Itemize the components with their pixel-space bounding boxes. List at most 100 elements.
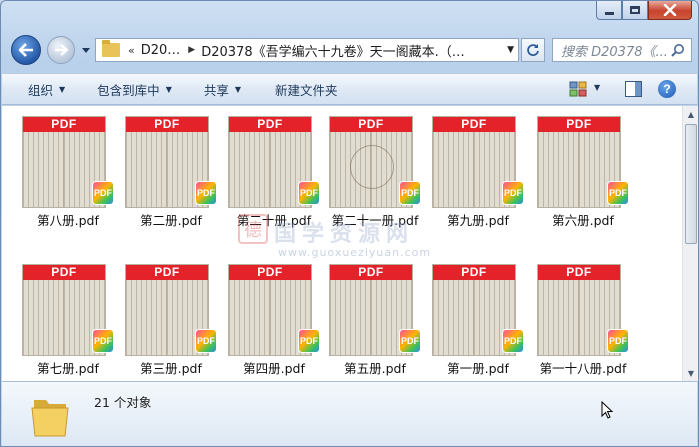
page-image-left <box>538 280 579 355</box>
pdf-band-label: PDF <box>330 265 412 280</box>
folder-icon <box>102 40 120 57</box>
file-name-label: 第二册.pdf <box>140 213 202 228</box>
page-image-left <box>126 280 167 355</box>
change-view-icon[interactable] <box>569 81 587 97</box>
pdf-band-label: PDF <box>126 117 208 132</box>
file-list[interactable]: PDF PDF 第八册.pdf PDF PDF 第二册.pdf PDF PDF 第二十册.pdf… <box>2 106 682 381</box>
file-item[interactable]: PDF PDF 第七册.pdf <box>10 254 114 376</box>
file-name-label: 第三册.pdf <box>140 361 202 376</box>
forward-button[interactable] <box>47 36 75 64</box>
address-bar[interactable]: « D20… ▶ D20378《吾学编六十九卷》天一阁藏本.（… ▼ <box>95 38 519 62</box>
pdf-band-label: PDF <box>330 117 412 132</box>
file-name-label: 第一册.pdf <box>447 361 509 376</box>
search-input[interactable]: 搜索 D20378《... <box>561 41 669 60</box>
page-image-left <box>433 132 474 207</box>
preview-pane-button[interactable] <box>625 81 642 97</box>
file-item[interactable]: PDF PDF 第四册.pdf <box>216 254 320 376</box>
pdf-app-icon: PDF <box>607 181 629 205</box>
maximize-button[interactable] <box>622 1 648 20</box>
pdf-band-label: PDF <box>126 265 208 280</box>
pdf-band-label: PDF <box>538 265 620 280</box>
page-image-left <box>23 280 64 355</box>
page-image-left <box>433 280 474 355</box>
pdf-app-icon: PDF <box>195 329 217 353</box>
organize-menu[interactable]: 组织 ▼ <box>28 80 65 99</box>
help-icon[interactable]: ? <box>658 80 676 98</box>
include-in-library-menu[interactable]: 包含到库中 ▼ <box>97 80 172 99</box>
file-item[interactable]: PDF PDF 第二十一册.pdf <box>317 106 421 228</box>
scrollbar-thumb[interactable] <box>685 124 697 244</box>
pdf-band-label: PDF <box>23 265 105 280</box>
share-menu[interactable]: 共享 ▼ <box>204 80 241 99</box>
file-name-label: 第二十册.pdf <box>236 213 312 228</box>
page-image-left <box>23 132 64 207</box>
pdf-band-label: PDF <box>433 265 515 280</box>
recent-pages-dropdown-icon[interactable] <box>81 45 91 55</box>
pdf-band-label: PDF <box>433 117 515 132</box>
address-dropdown-icon[interactable]: ▼ <box>507 45 514 55</box>
file-item[interactable]: PDF PDF 第三册.pdf <box>113 254 217 376</box>
pdf-app-icon: PDF <box>502 181 524 205</box>
file-item[interactable]: PDF PDF 第一册.pdf <box>420 254 524 376</box>
file-item[interactable]: PDF PDF 第二册.pdf <box>113 106 217 228</box>
item-count: 21 个对象 <box>94 395 152 410</box>
command-bar: 组织 ▼ 包含到库中 ▼ 共享 ▼ 新建文件夹 ▼ ? <box>2 73 697 105</box>
close-icon <box>663 4 677 16</box>
organize-label: 组织 <box>28 82 54 98</box>
pdf-app-icon: PDF <box>399 181 421 205</box>
vertical-scrollbar[interactable]: ▲ ▼ <box>682 106 698 381</box>
page-image-left <box>330 280 371 355</box>
pdf-app-icon: PDF <box>607 329 629 353</box>
scroll-up-icon[interactable]: ▲ <box>683 106 698 122</box>
file-name-label: 第四册.pdf <box>243 361 305 376</box>
file-name-label: 第二十一册.pdf <box>331 213 419 228</box>
pdf-band-label: PDF <box>538 117 620 132</box>
back-button[interactable] <box>11 35 41 65</box>
refresh-icon <box>527 44 539 56</box>
address-overflow-chevron[interactable]: « <box>128 44 135 57</box>
caption-buttons <box>596 1 692 23</box>
page-image-left <box>229 280 270 355</box>
page-image-left <box>538 132 579 207</box>
pdf-app-icon: PDF <box>502 329 524 353</box>
mouse-cursor-icon <box>601 401 613 419</box>
navigation-row: « D20… ▶ D20378《吾学编六十九卷》天一阁藏本.（… ▼ 搜索 D2… <box>1 33 698 69</box>
details-pane: 21 个对象 <box>2 381 697 446</box>
scroll-down-icon[interactable]: ▼ <box>683 365 698 381</box>
page-image-left <box>126 132 167 207</box>
file-item[interactable]: PDF PDF 第八册.pdf <box>10 106 114 228</box>
new-folder-button[interactable]: 新建文件夹 <box>275 80 338 99</box>
file-item[interactable]: PDF PDF 第二十册.pdf <box>216 106 320 228</box>
file-name-label: 第七册.pdf <box>37 361 99 376</box>
file-name-label: 第六册.pdf <box>552 213 614 228</box>
pdf-app-icon: PDF <box>195 181 217 205</box>
file-name-label: 第八册.pdf <box>37 213 99 228</box>
pdf-band-label: PDF <box>229 117 311 132</box>
page-image-left <box>229 132 270 207</box>
chevron-down-icon: ▼ <box>165 84 172 94</box>
view-dropdown-icon[interactable]: ▼ <box>594 83 600 92</box>
minimize-icon <box>604 11 614 15</box>
share-label: 共享 <box>203 82 229 98</box>
search-icon[interactable] <box>671 43 685 57</box>
maximize-icon <box>630 6 640 14</box>
close-button[interactable] <box>648 1 692 20</box>
new-folder-label: 新建文件夹 <box>275 82 338 98</box>
pdf-app-icon: PDF <box>92 181 114 205</box>
minimize-button[interactable] <box>596 1 622 20</box>
file-name-label: 第五册.pdf <box>344 361 406 376</box>
pdf-band-label: PDF <box>229 265 311 280</box>
chevron-down-icon: ▼ <box>59 84 66 94</box>
file-name-label: 第九册.pdf <box>447 213 509 228</box>
file-item[interactable]: PDF PDF 第九册.pdf <box>420 106 524 228</box>
address-segment-current[interactable]: D20378《吾学编六十九卷》天一阁藏本.（… <box>201 41 465 60</box>
file-item[interactable]: PDF PDF 第一十八册.pdf <box>525 254 629 376</box>
file-item[interactable]: PDF PDF 第五册.pdf <box>317 254 421 376</box>
chevron-down-icon: ▼ <box>234 84 242 94</box>
address-segment-parent[interactable]: D20… <box>141 43 181 58</box>
search-box[interactable]: 搜索 D20378《... <box>552 38 692 62</box>
include-in-library-label: 包含到库中 <box>97 82 160 98</box>
file-item[interactable]: PDF PDF 第六册.pdf <box>525 106 629 228</box>
chevron-right-icon[interactable]: ▶ <box>188 45 195 55</box>
refresh-button[interactable] <box>521 38 545 62</box>
